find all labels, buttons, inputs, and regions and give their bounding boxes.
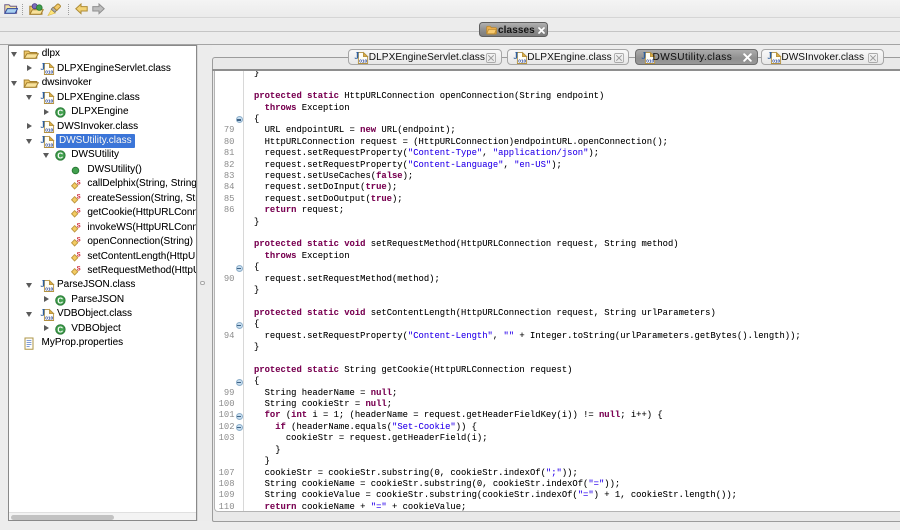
svg-text:C: C (57, 151, 63, 160)
svg-text:010: 010 (45, 142, 53, 147)
svg-text:010: 010 (45, 99, 53, 104)
svg-text:010: 010 (45, 316, 53, 321)
svg-text:S: S (77, 180, 81, 186)
svg-text:S: S (77, 252, 81, 258)
svg-text:010: 010 (45, 287, 53, 292)
svg-text:S: S (77, 223, 81, 229)
svg-text:C: C (57, 325, 63, 334)
svg-text:S: S (77, 267, 81, 273)
svg-text:S: S (77, 238, 81, 244)
svg-text:S: S (77, 209, 81, 215)
svg-text:010: 010 (45, 70, 53, 75)
svg-text:C: C (57, 108, 63, 117)
svg-text:010: 010 (45, 128, 53, 133)
svg-text:010: 010 (359, 59, 367, 64)
svg-text:C: C (57, 296, 63, 305)
svg-text:S: S (77, 194, 81, 200)
svg-text:010: 010 (772, 59, 780, 64)
svg-text:010: 010 (518, 59, 526, 64)
